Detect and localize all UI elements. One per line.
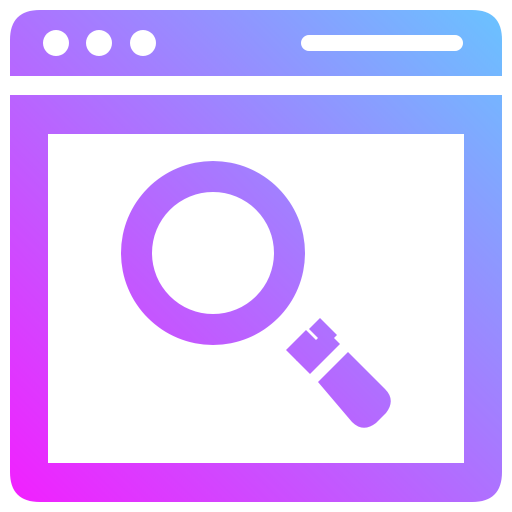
browser-search-icon [10,10,502,502]
magnifier-handle [318,352,391,428]
icon-canvas [0,0,512,512]
window-dot-2 [86,30,112,56]
magnifier-icon [121,161,391,428]
window-dot-1 [43,30,69,56]
address-bar [301,35,463,51]
window-dot-3 [130,30,156,56]
magnifier-lens-ring [121,161,305,345]
